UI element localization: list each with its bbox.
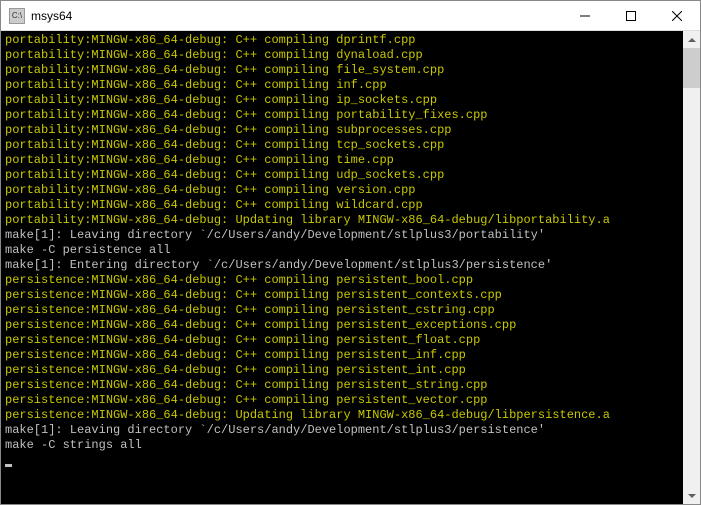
- scrollbar[interactable]: [683, 31, 700, 504]
- terminal-line: make[1]: Entering directory `/c/Users/an…: [5, 258, 679, 273]
- terminal-line: persistence:MINGW-x86_64-debug: C++ comp…: [5, 318, 679, 333]
- terminal-line: portability:MINGW-x86_64-debug: C++ comp…: [5, 198, 679, 213]
- terminal-line: persistence:MINGW-x86_64-debug: C++ comp…: [5, 333, 679, 348]
- terminal-line: make[1]: Leaving directory `/c/Users/and…: [5, 423, 679, 438]
- terminal-line: make[1]: Leaving directory `/c/Users/and…: [5, 228, 679, 243]
- terminal-line: portability:MINGW-x86_64-debug: Updating…: [5, 213, 679, 228]
- terminal-line: portability:MINGW-x86_64-debug: C++ comp…: [5, 48, 679, 63]
- terminal-line: portability:MINGW-x86_64-debug: C++ comp…: [5, 183, 679, 198]
- terminal-area: portability:MINGW-x86_64-debug: C++ comp…: [1, 31, 700, 504]
- terminal-line: portability:MINGW-x86_64-debug: C++ comp…: [5, 123, 679, 138]
- scrollbar-thumb[interactable]: [683, 48, 700, 88]
- terminal-line: portability:MINGW-x86_64-debug: C++ comp…: [5, 78, 679, 93]
- terminal-line: portability:MINGW-x86_64-debug: C++ comp…: [5, 168, 679, 183]
- window-controls: [562, 1, 700, 30]
- terminal-line: persistence:MINGW-x86_64-debug: C++ comp…: [5, 378, 679, 393]
- terminal-line: persistence:MINGW-x86_64-debug: Updating…: [5, 408, 679, 423]
- window-frame: C:\ msys64 portability:MINGW-x86_64-debu…: [0, 0, 701, 505]
- terminal-line: make -C persistence all: [5, 243, 679, 258]
- window-title: msys64: [31, 9, 562, 23]
- terminal-line: make -C strings all: [5, 438, 679, 453]
- cursor: [5, 464, 12, 467]
- titlebar[interactable]: C:\ msys64: [1, 1, 700, 31]
- terminal-line: portability:MINGW-x86_64-debug: C++ comp…: [5, 33, 679, 48]
- scroll-up-button[interactable]: [683, 31, 700, 48]
- minimize-button[interactable]: [562, 1, 608, 30]
- close-button[interactable]: [654, 1, 700, 30]
- scroll-down-button[interactable]: [683, 487, 700, 504]
- terminal-line: portability:MINGW-x86_64-debug: C++ comp…: [5, 138, 679, 153]
- terminal-line: persistence:MINGW-x86_64-debug: C++ comp…: [5, 288, 679, 303]
- app-icon: C:\: [9, 8, 25, 24]
- minimize-icon: [580, 11, 590, 21]
- terminal-line: persistence:MINGW-x86_64-debug: C++ comp…: [5, 303, 679, 318]
- terminal-line: persistence:MINGW-x86_64-debug: C++ comp…: [5, 348, 679, 363]
- terminal-line: persistence:MINGW-x86_64-debug: C++ comp…: [5, 393, 679, 408]
- chevron-down-icon: [688, 494, 696, 498]
- terminal-output[interactable]: portability:MINGW-x86_64-debug: C++ comp…: [1, 31, 683, 504]
- terminal-line: persistence:MINGW-x86_64-debug: C++ comp…: [5, 273, 679, 288]
- chevron-up-icon: [688, 38, 696, 42]
- terminal-line: portability:MINGW-x86_64-debug: C++ comp…: [5, 93, 679, 108]
- close-icon: [672, 11, 682, 21]
- terminal-line: portability:MINGW-x86_64-debug: C++ comp…: [5, 63, 679, 78]
- terminal-cursor-line: [5, 453, 679, 468]
- maximize-button[interactable]: [608, 1, 654, 30]
- scrollbar-track[interactable]: [683, 48, 700, 487]
- terminal-line: portability:MINGW-x86_64-debug: C++ comp…: [5, 108, 679, 123]
- terminal-line: persistence:MINGW-x86_64-debug: C++ comp…: [5, 363, 679, 378]
- terminal-line: portability:MINGW-x86_64-debug: C++ comp…: [5, 153, 679, 168]
- maximize-icon: [626, 11, 636, 21]
